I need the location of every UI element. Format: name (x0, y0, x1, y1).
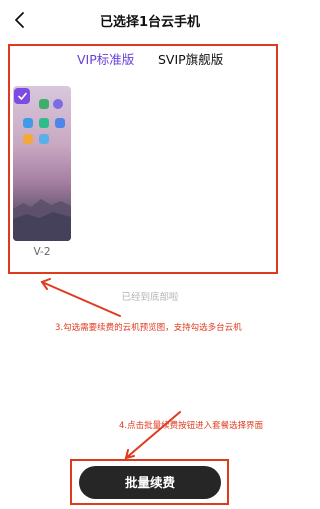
batch-renew-button[interactable]: 批量续费 (79, 466, 221, 499)
top-nav-bar: 已选择1台云手机 (0, 0, 300, 40)
annotation-step-4: 4.点击批量续费按钮进入套餐选择界面 (119, 421, 264, 431)
list-end-text: 已经到底部啦 (121, 292, 179, 303)
annotation-highlight-box-cards (8, 44, 278, 274)
annotation-step-3: 3.勾选需要续费的云机预览图，支持勾选多台云机 (55, 323, 242, 333)
page-title: 已选择1台云手机 (99, 15, 201, 30)
